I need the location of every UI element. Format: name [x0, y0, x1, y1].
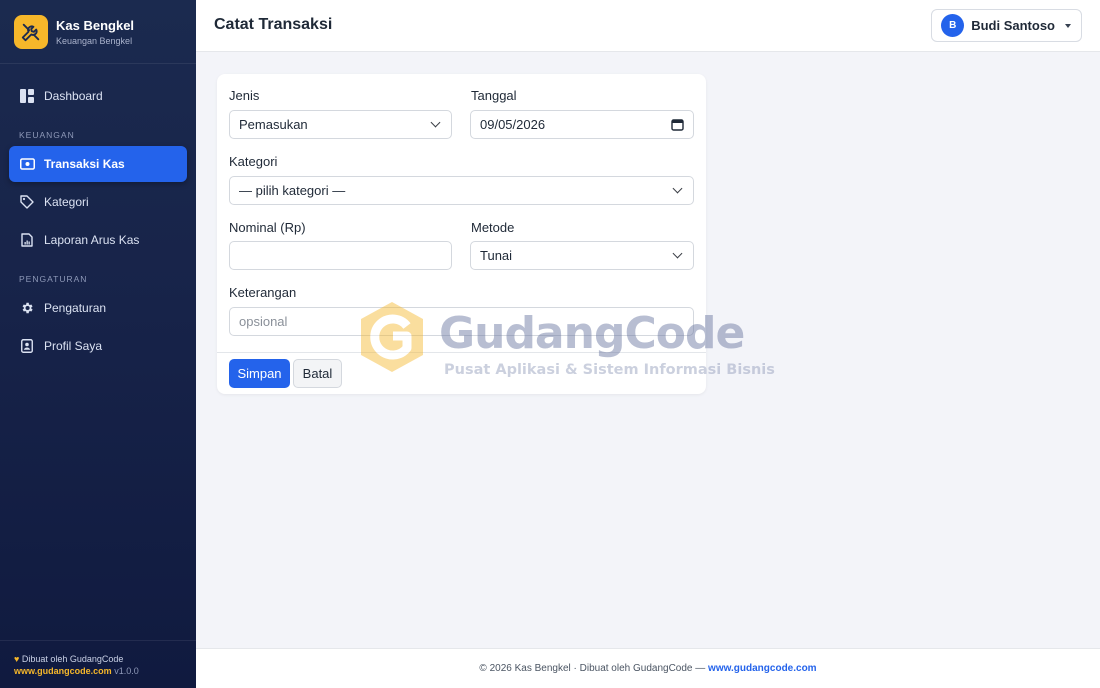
chevron-down-icon — [672, 183, 683, 194]
nominal-input[interactable] — [229, 241, 452, 270]
footer-link[interactable]: www.gudangcode.com — [708, 663, 817, 674]
gear-icon — [19, 300, 35, 316]
metode-select[interactable]: Tunai — [470, 241, 694, 270]
page-footer: © 2026 Kas Bengkel · Dibuat oleh GudangC… — [196, 648, 1100, 688]
chevron-down-icon — [430, 117, 441, 128]
metode-value: Tunai — [480, 248, 513, 263]
made-by-text: Dibuat oleh GudangCode — [21, 654, 124, 664]
kategori-select[interactable]: — pilih kategori — — [229, 176, 694, 205]
transaction-form-card: Jenis Pemasukan Tanggal 09/05/2026 Kateg… — [217, 74, 706, 394]
sidebar-item-dashboard[interactable]: Dashboard — [9, 78, 187, 114]
footer-website-link[interactable]: www.gudangcode.com — [14, 666, 112, 676]
profile-icon — [19, 338, 35, 354]
report-icon — [19, 232, 35, 248]
brand: Kas Bengkel Keuangan Bengkel — [0, 0, 196, 64]
wrench-screwdriver-icon — [14, 14, 48, 49]
keterangan-label: Keterangan — [229, 285, 297, 300]
sidebar-item-label: Transaksi Kas — [44, 157, 125, 171]
keterangan-input[interactable]: opsional — [229, 307, 694, 336]
avatar: B — [941, 14, 965, 37]
cancel-button[interactable]: Batal — [293, 359, 342, 388]
kategori-value: — pilih kategori — — [239, 183, 346, 198]
brand-subtitle: Keuangan Bengkel — [56, 35, 133, 46]
form-divider — [217, 352, 706, 353]
sidebar-item-laporan-arus-kas[interactable]: Laporan Arus Kas — [9, 222, 187, 258]
nav-section-pengaturan: PENGATURAN — [19, 274, 88, 284]
heart-icon: ♥ — [14, 654, 20, 664]
sidebar-item-pengaturan[interactable]: Pengaturan — [9, 290, 187, 326]
save-button[interactable]: Simpan — [229, 359, 290, 388]
nav-section-keuangan: KEUANGAN — [19, 130, 75, 140]
sidebar-item-kategori[interactable]: Kategori — [9, 184, 187, 220]
version-text: v1.0.0 — [114, 666, 139, 676]
jenis-value: Pemasukan — [239, 117, 308, 132]
jenis-select[interactable]: Pemasukan — [229, 110, 452, 139]
jenis-label: Jenis — [229, 88, 260, 103]
sidebar-footer: ♥ Dibuat oleh GudangCode www.gudangcode.… — [0, 640, 196, 688]
brand-name: Kas Bengkel — [56, 17, 135, 33]
calendar-icon[interactable] — [671, 118, 684, 131]
sidebar-item-label: Dashboard — [44, 89, 103, 103]
page-title: Catat Transaksi — [214, 16, 333, 33]
sidebar-item-label: Profil Saya — [44, 339, 103, 353]
top-header: Catat Transaksi B Budi Santoso — [196, 0, 1100, 52]
keterangan-placeholder: opsional — [239, 314, 288, 329]
user-menu-button[interactable]: B Budi Santoso — [931, 9, 1082, 42]
user-name: Budi Santoso — [971, 18, 1055, 33]
tanggal-label: Tanggal — [471, 88, 517, 103]
footer-text: © 2026 Kas Bengkel · Dibuat oleh GudangC… — [479, 663, 709, 674]
nominal-label: Nominal (Rp) — [229, 220, 306, 235]
sidebar-nav: Dashboard KEUANGAN Transaksi Kas Kategor… — [0, 64, 196, 364]
chevron-down-icon — [672, 248, 683, 259]
kategori-label: Kategori — [229, 154, 278, 169]
sidebar: Kas Bengkel Keuangan Bengkel Dashboard K… — [0, 0, 196, 688]
tag-icon — [19, 194, 35, 210]
tanggal-value: 09/05/2026 — [480, 117, 546, 132]
sidebar-item-profil-saya[interactable]: Profil Saya — [9, 328, 187, 364]
sidebar-item-transaksi-kas[interactable]: Transaksi Kas — [9, 146, 187, 182]
dashboard-icon — [19, 88, 35, 104]
tanggal-date-input[interactable]: 09/05/2026 — [470, 110, 694, 139]
sidebar-item-label: Kategori — [44, 195, 89, 209]
metode-label: Metode — [471, 220, 515, 235]
sidebar-item-label: Pengaturan — [44, 301, 107, 315]
caret-down-icon — [1065, 23, 1071, 28]
sidebar-item-label: Laporan Arus Kas — [44, 233, 140, 247]
cash-icon — [19, 156, 35, 172]
